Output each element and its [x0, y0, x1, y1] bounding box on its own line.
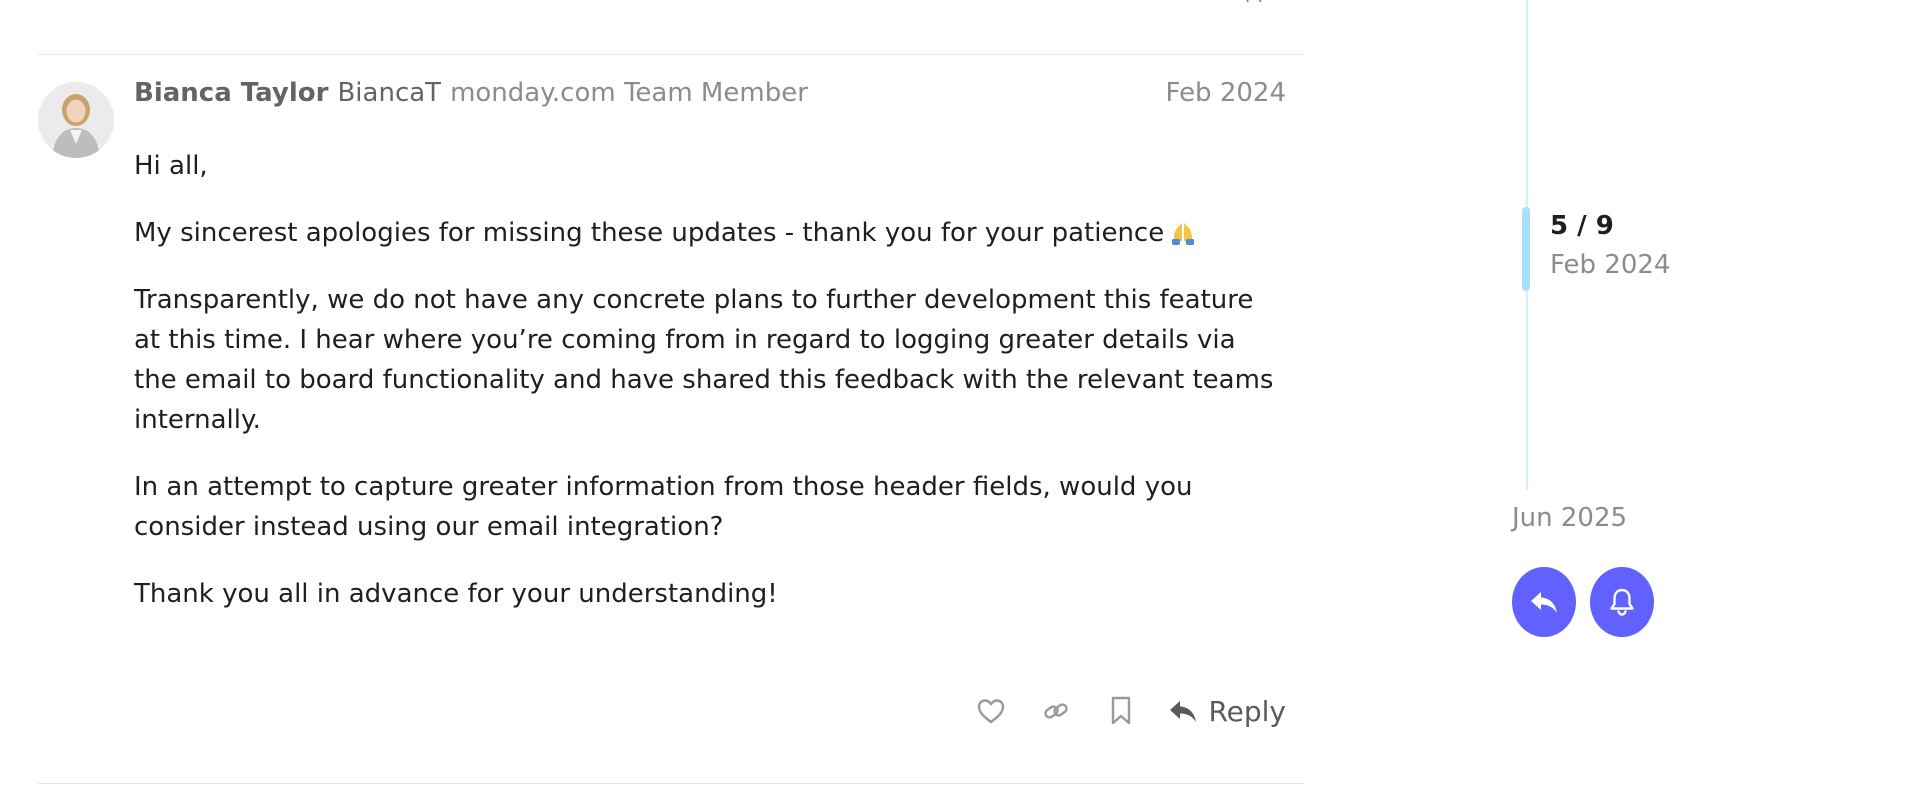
reply-arrow-icon	[1170, 701, 1197, 722]
like-button[interactable]	[977, 694, 1005, 728]
author-username[interactable]: BiancaT	[337, 78, 441, 108]
post-header: Bianca Taylor BiancaT monday.com Team Me…	[134, 73, 1286, 113]
copy-link-button[interactable]	[1042, 694, 1070, 728]
post-paragraph-text: Hi all,	[134, 151, 208, 181]
post-paragraph: Hi all,	[134, 146, 1284, 186]
post-bottom-divider	[38, 783, 1305, 784]
post-paragraph-text: Thank you all in advance for your unders…	[134, 579, 778, 609]
post-paragraph: Transparently, we do not have any concre…	[134, 280, 1284, 440]
timeline-position: 5 / 9	[1550, 211, 1614, 241]
avatar-portrait-image	[38, 82, 114, 158]
post-paragraph-text: In an attempt to capture greater informa…	[134, 472, 1193, 542]
post-paragraph-text: Transparently, we do not have any concre…	[134, 285, 1274, 435]
link-icon	[1044, 703, 1068, 719]
post-paragraph: My sincerest apologies for missing these…	[134, 213, 1284, 253]
post-paragraph: In an attempt to capture greater informa…	[134, 467, 1284, 547]
timeline-notifications-button[interactable]	[1590, 567, 1654, 637]
previous-post-control-edge: ( )	[1244, 0, 1276, 2]
heart-icon	[977, 699, 1005, 724]
author-name[interactable]: Bianca Taylor	[134, 78, 328, 108]
post-date[interactable]: Feb 2024	[1166, 78, 1286, 108]
post-paragraph-text: My sincerest apologies for missing these…	[134, 218, 1165, 248]
reply-button-label: Reply	[1208, 694, 1286, 728]
timeline-current-date: Feb 2024	[1550, 250, 1671, 280]
author-title: monday.com Team Member	[450, 78, 808, 108]
bell-icon	[1610, 588, 1634, 616]
bookmark-icon	[1112, 696, 1131, 725]
avatar[interactable]	[38, 82, 114, 158]
bookmark-button[interactable]	[1107, 694, 1135, 728]
timeline-reply-button[interactable]	[1512, 567, 1576, 637]
timeline-end-date[interactable]: Jun 2025	[1512, 503, 1627, 533]
post-paragraph: Thank you all in advance for your unders…	[134, 574, 1284, 614]
reply-button[interactable]: Reply	[1168, 695, 1286, 728]
folded-hands-emoji	[1172, 223, 1195, 245]
reply-arrow-icon	[1531, 592, 1557, 613]
post-actions: Reply	[940, 694, 1286, 728]
timeline-scroll-handle[interactable]	[1522, 207, 1530, 291]
post-top-divider	[38, 54, 1305, 55]
post-body: Hi all, My sincerest apologies for missi…	[134, 146, 1284, 641]
